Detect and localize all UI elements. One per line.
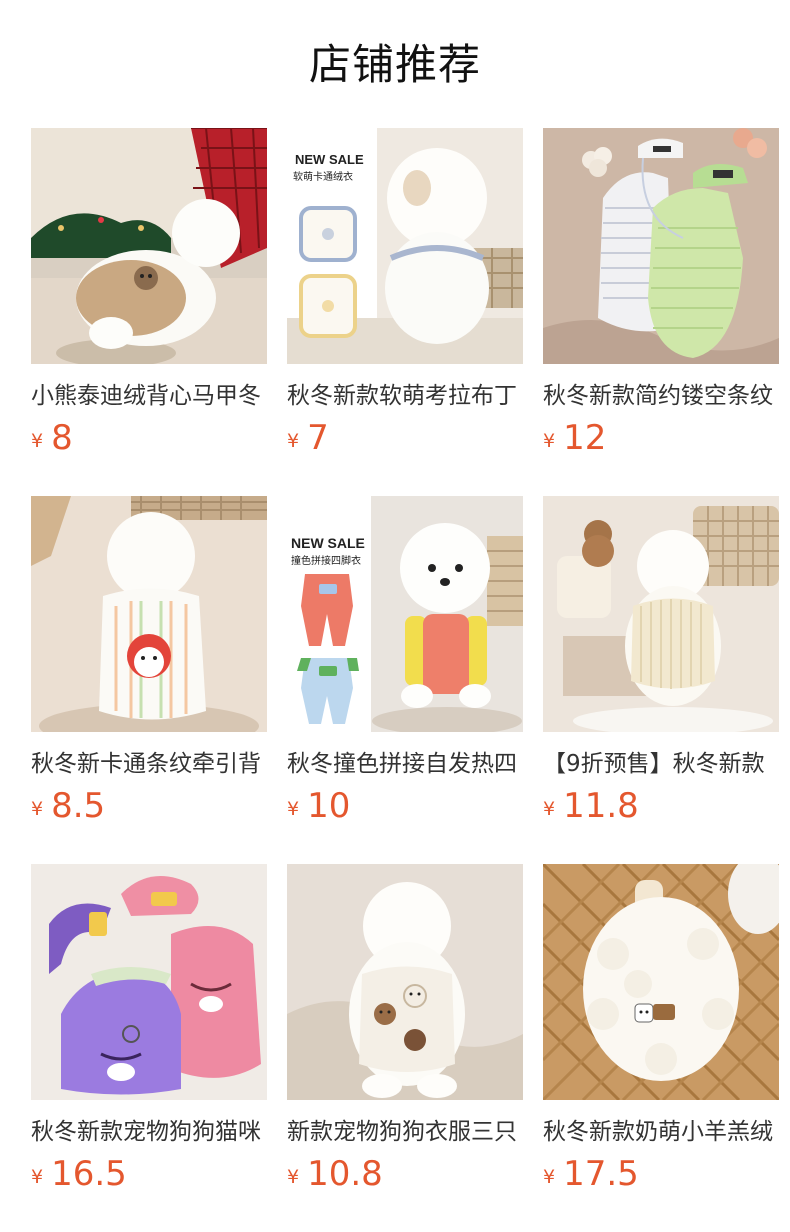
- currency-symbol: ¥: [31, 1166, 44, 1188]
- price-value: 12: [563, 418, 607, 458]
- badge-subtitle: 撞色拼接四脚衣: [291, 554, 361, 567]
- product-name[interactable]: 新款宠物狗狗衣服三只: [287, 1114, 523, 1150]
- product-name[interactable]: 秋冬新款软萌考拉布丁: [287, 378, 523, 414]
- product-card[interactable]: 小熊泰迪绒背心马甲冬 ¥8: [31, 128, 267, 458]
- price-value: 10.8: [307, 1154, 383, 1194]
- product-price: ¥10: [287, 786, 523, 826]
- product-card[interactable]: 新款宠物狗狗衣服三只 ¥10.8: [287, 864, 523, 1194]
- product-photo-teddy-bear-vest[interactable]: [31, 128, 267, 364]
- product-name[interactable]: 秋冬新款宠物狗狗猫咪: [31, 1114, 267, 1150]
- product-card[interactable]: 秋冬新款宠物狗狗猫咪 ¥16.5: [31, 864, 267, 1194]
- currency-symbol: ¥: [287, 798, 300, 820]
- product-price: ¥12: [543, 418, 779, 458]
- product-name[interactable]: 秋冬新款简约镂空条纹: [543, 378, 779, 414]
- product-price: ¥17.5: [543, 1154, 779, 1194]
- product-photo-three-bears-vest[interactable]: [287, 864, 523, 1100]
- product-photo-color-block-jumpsuit[interactable]: NEW SALE 撞色拼接四脚衣: [287, 496, 523, 732]
- product-card[interactable]: NEW SALE 撞色拼接四脚衣 秋冬撞色拼接自发热四 ¥10: [287, 496, 523, 826]
- product-name[interactable]: 秋冬新卡通条纹牵引背: [31, 746, 267, 782]
- product-card[interactable]: 秋冬新款简约镂空条纹 ¥12: [543, 128, 779, 458]
- badge-title: NEW SALE: [295, 152, 364, 167]
- product-card[interactable]: 秋冬新卡通条纹牵引背 ¥8.5: [31, 496, 267, 826]
- product-price: ¥11.8: [543, 786, 779, 826]
- product-price: ¥8: [31, 418, 267, 458]
- product-card[interactable]: 秋冬新款奶萌小羊羔绒 ¥17.5: [543, 864, 779, 1194]
- product-name[interactable]: 小熊泰迪绒背心马甲冬: [31, 378, 267, 414]
- price-value: 7: [307, 418, 329, 458]
- product-photo-knit-tank-set[interactable]: [543, 128, 779, 364]
- badge-title: NEW SALE: [291, 535, 365, 551]
- product-price: ¥16.5: [31, 1154, 267, 1194]
- product-name[interactable]: 秋冬新款奶萌小羊羔绒: [543, 1114, 779, 1150]
- product-photo-koala-fleece[interactable]: NEW SALE 软萌卡通绒衣: [287, 128, 523, 364]
- price-value: 16.5: [51, 1154, 127, 1194]
- product-card[interactable]: 【9折预售】秋冬新款 ¥11.8: [543, 496, 779, 826]
- product-price: ¥7: [287, 418, 523, 458]
- currency-symbol: ¥: [287, 1166, 300, 1188]
- product-name[interactable]: 【9折预售】秋冬新款: [543, 746, 779, 782]
- badge-subtitle: 软萌卡通绒衣: [293, 170, 353, 183]
- price-value: 11.8: [563, 786, 639, 826]
- page-title: 店铺推荐: [308, 40, 481, 89]
- price-value: 17.5: [563, 1154, 639, 1194]
- currency-symbol: ¥: [543, 1166, 556, 1188]
- product-photo-striped-harness[interactable]: [31, 496, 267, 732]
- currency-symbol: ¥: [31, 798, 44, 820]
- product-price: ¥8.5: [31, 786, 267, 826]
- price-value: 8: [51, 418, 73, 458]
- currency-symbol: ¥: [287, 430, 300, 452]
- currency-symbol: ¥: [31, 430, 44, 452]
- price-value: 10: [307, 786, 351, 826]
- product-photo-cream-knit[interactable]: [543, 496, 779, 732]
- price-value: 8.5: [51, 786, 106, 826]
- product-photo-plush-vests[interactable]: [31, 864, 267, 1100]
- currency-symbol: ¥: [543, 430, 556, 452]
- product-photo-lamb-fleece[interactable]: [543, 864, 779, 1100]
- product-name[interactable]: 秋冬撞色拼接自发热四: [287, 746, 523, 782]
- product-price: ¥10.8: [287, 1154, 523, 1194]
- product-card[interactable]: NEW SALE 软萌卡通绒衣 秋冬新款软萌考拉布丁 ¥7: [287, 128, 523, 458]
- currency-symbol: ¥: [543, 798, 556, 820]
